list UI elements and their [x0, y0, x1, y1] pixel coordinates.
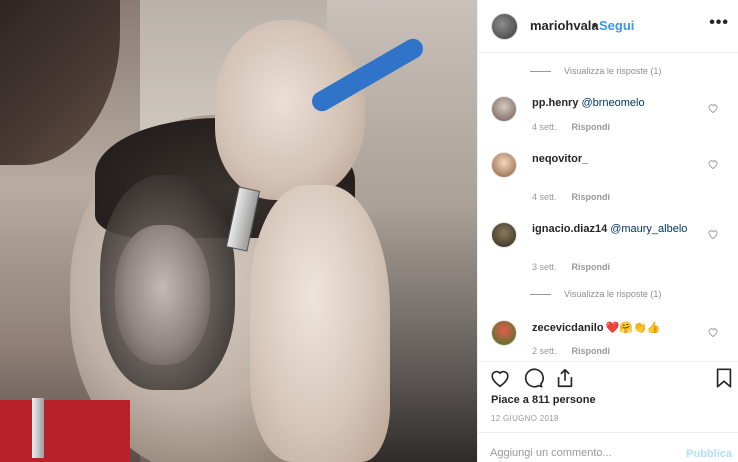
share-arrow-icon[interactable] — [554, 367, 576, 389]
comments-list[interactable]: Visualizza le risposte (1) pp.henry @brne… — [478, 54, 738, 360]
view-replies-label: Visualizza le risposte (1) — [564, 289, 662, 299]
follow-button[interactable]: Segui — [599, 18, 634, 33]
comment-emoji: ❤️🤗👏👍 — [605, 322, 661, 334]
comment-username[interactable]: pp.henry @brneomelo — [532, 97, 645, 109]
post-photo[interactable] — [0, 0, 477, 462]
comment-time: 4 sett. — [532, 192, 557, 202]
comment-avatar[interactable] — [491, 320, 517, 346]
comment-time: 4 sett. — [532, 122, 557, 132]
comment-time: 3 sett. — [532, 262, 557, 272]
photo-hand-top — [215, 20, 365, 200]
like-comment-heart-icon[interactable] — [707, 158, 719, 170]
add-comment-input[interactable] — [490, 444, 680, 462]
heart-outline-icon[interactable] — [489, 367, 511, 389]
more-options-icon[interactable]: ••• — [709, 14, 729, 32]
bookmark-icon[interactable] — [713, 367, 735, 389]
like-comment-heart-icon[interactable] — [707, 326, 719, 338]
like-comment-heart-icon[interactable] — [707, 228, 719, 240]
comment-username[interactable]: zecevicdanilo ❤️🤗👏👍 — [532, 321, 660, 334]
comment-avatar[interactable] — [491, 152, 517, 178]
reply-button[interactable]: Rispondi — [572, 346, 611, 356]
comment-bubble-icon[interactable] — [522, 367, 544, 389]
comment-avatar[interactable] — [491, 96, 517, 122]
photo-metal-clip — [32, 398, 44, 458]
post-date: 12 GIUGNO 2018 — [491, 414, 559, 423]
reply-button[interactable]: Rispondi — [572, 122, 611, 132]
view-replies-toggle[interactable]: Visualizza le risposte (1) — [530, 66, 661, 76]
author-username[interactable]: mariohvala — [530, 18, 599, 33]
likes-count[interactable]: Piace a 811 persone — [491, 394, 596, 406]
comment-meta: 3 sett. Rispondi — [532, 262, 610, 272]
post-header: mariohvala • Segui ••• — [478, 0, 738, 53]
like-comment-heart-icon[interactable] — [707, 102, 719, 114]
view-replies-label: Visualizza le risposte (1) — [564, 66, 662, 76]
add-comment-bar: Pubblica — [478, 432, 738, 462]
header-separator: • — [592, 18, 597, 33]
comment-username[interactable]: neqovitor_ — [532, 153, 588, 165]
comment-time: 2 sett. — [532, 346, 557, 356]
photo-hand-bottom — [250, 185, 390, 462]
reply-button[interactable]: Rispondi — [572, 262, 611, 272]
comment-username[interactable]: ignacio.diaz14 @maury_albelo — [532, 223, 687, 235]
comment-meta: 2 sett. Rispondi — [532, 346, 610, 356]
comment-avatar[interactable] — [491, 222, 517, 248]
comment-mention[interactable]: @maury_albelo — [610, 223, 687, 235]
view-replies-toggle[interactable]: Visualizza le risposte (1) — [530, 289, 661, 299]
author-avatar[interactable] — [491, 13, 518, 40]
reply-button[interactable]: Rispondi — [572, 192, 611, 202]
publish-button[interactable]: Pubblica — [686, 448, 732, 460]
comment-meta: 4 sett. Rispondi — [532, 192, 610, 202]
post-side-panel: mariohvala • Segui ••• Visualizza le ris… — [477, 0, 738, 462]
replies-line — [530, 70, 551, 72]
replies-line — [530, 293, 551, 295]
photo-hair-portrait-face — [115, 225, 210, 365]
comment-meta: 4 sett. Rispondi — [532, 122, 610, 132]
comment-mention[interactable]: @brneomelo — [581, 97, 644, 109]
photo-red-cape — [0, 400, 130, 462]
